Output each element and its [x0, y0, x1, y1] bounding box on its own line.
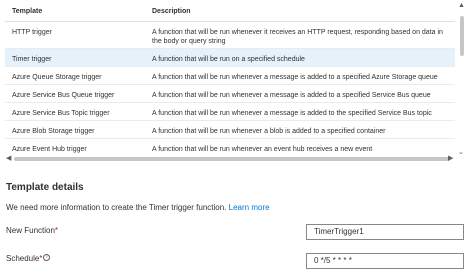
- template-name: Azure Queue Storage trigger: [12, 74, 102, 81]
- template-description: A function that will be run whenever a m…: [152, 110, 432, 117]
- template-name: Azure Service Bus Queue trigger: [12, 92, 115, 99]
- template-name: Timer trigger: [12, 56, 52, 63]
- template-details-title: Template details: [6, 182, 84, 193]
- template-name: HTTP trigger: [12, 29, 52, 36]
- horizontal-scroll-thumb[interactable]: [14, 157, 450, 161]
- template-name: Azure Blob Storage trigger: [12, 128, 95, 135]
- template-row-service-bus-queue[interactable]: Azure Service Bus Queue trigger A functi…: [5, 85, 455, 103]
- vertical-scrollbar[interactable]: ▲ ⌄: [457, 2, 466, 164]
- info-icon[interactable]: i: [43, 254, 51, 261]
- chevron-down-icon[interactable]: ⌄: [458, 148, 464, 156]
- template-row-blob-storage[interactable]: Azure Blob Storage trigger A function th…: [5, 121, 455, 139]
- vertical-scroll-thumb[interactable]: [460, 16, 464, 56]
- chevron-left-icon[interactable]: ◀: [6, 154, 11, 162]
- template-row-timer[interactable]: Timer trigger A function that will be ru…: [5, 49, 455, 67]
- column-header-description[interactable]: Description: [152, 8, 191, 15]
- learn-more-link[interactable]: Learn more: [229, 203, 270, 212]
- template-description: A function that will be run whenever it …: [152, 29, 443, 45]
- horizontal-scrollbar[interactable]: ◀ ▶: [5, 154, 455, 164]
- info-message: We need more information to create the T…: [6, 203, 270, 212]
- template-grid: Template Description HTTP trigger A func…: [5, 2, 466, 164]
- template-description: A function that will be run whenever a m…: [152, 92, 431, 99]
- template-description: A function that will be run whenever a b…: [152, 128, 386, 135]
- template-description: A function that will be run on a specifi…: [152, 56, 305, 63]
- schedule-label: Schedule* i: [6, 254, 51, 263]
- new-function-label-text: New Function: [6, 226, 55, 235]
- required-marker: *: [39, 254, 43, 263]
- template-name: Azure Event Hub trigger: [12, 146, 87, 153]
- grid-header: Template Description: [5, 2, 455, 22]
- chevron-up-icon[interactable]: ▲: [458, 2, 465, 9]
- required-marker: *: [54, 226, 59, 235]
- chevron-right-icon[interactable]: ▶: [448, 154, 453, 162]
- column-header-template[interactable]: Template: [12, 8, 42, 15]
- template-description: A function that will be run whenever an …: [152, 146, 373, 153]
- template-description: A function that will be run whenever a m…: [152, 74, 438, 81]
- template-row-service-bus-topic[interactable]: Azure Service Bus Topic trigger A functi…: [5, 103, 455, 121]
- schedule-input[interactable]: 0 */5 * * * *: [306, 253, 464, 269]
- info-message-text: We need more information to create the T…: [6, 203, 227, 212]
- new-function-label: New Function*: [6, 226, 58, 235]
- schedule-label-text: Schedule: [6, 254, 40, 263]
- new-function-input[interactable]: TimerTrigger1: [306, 224, 464, 240]
- template-row-queue-storage[interactable]: Azure Queue Storage trigger A function t…: [5, 67, 455, 85]
- template-row-http[interactable]: HTTP trigger A function that will be run…: [5, 22, 455, 49]
- template-name: Azure Service Bus Topic trigger: [12, 110, 110, 117]
